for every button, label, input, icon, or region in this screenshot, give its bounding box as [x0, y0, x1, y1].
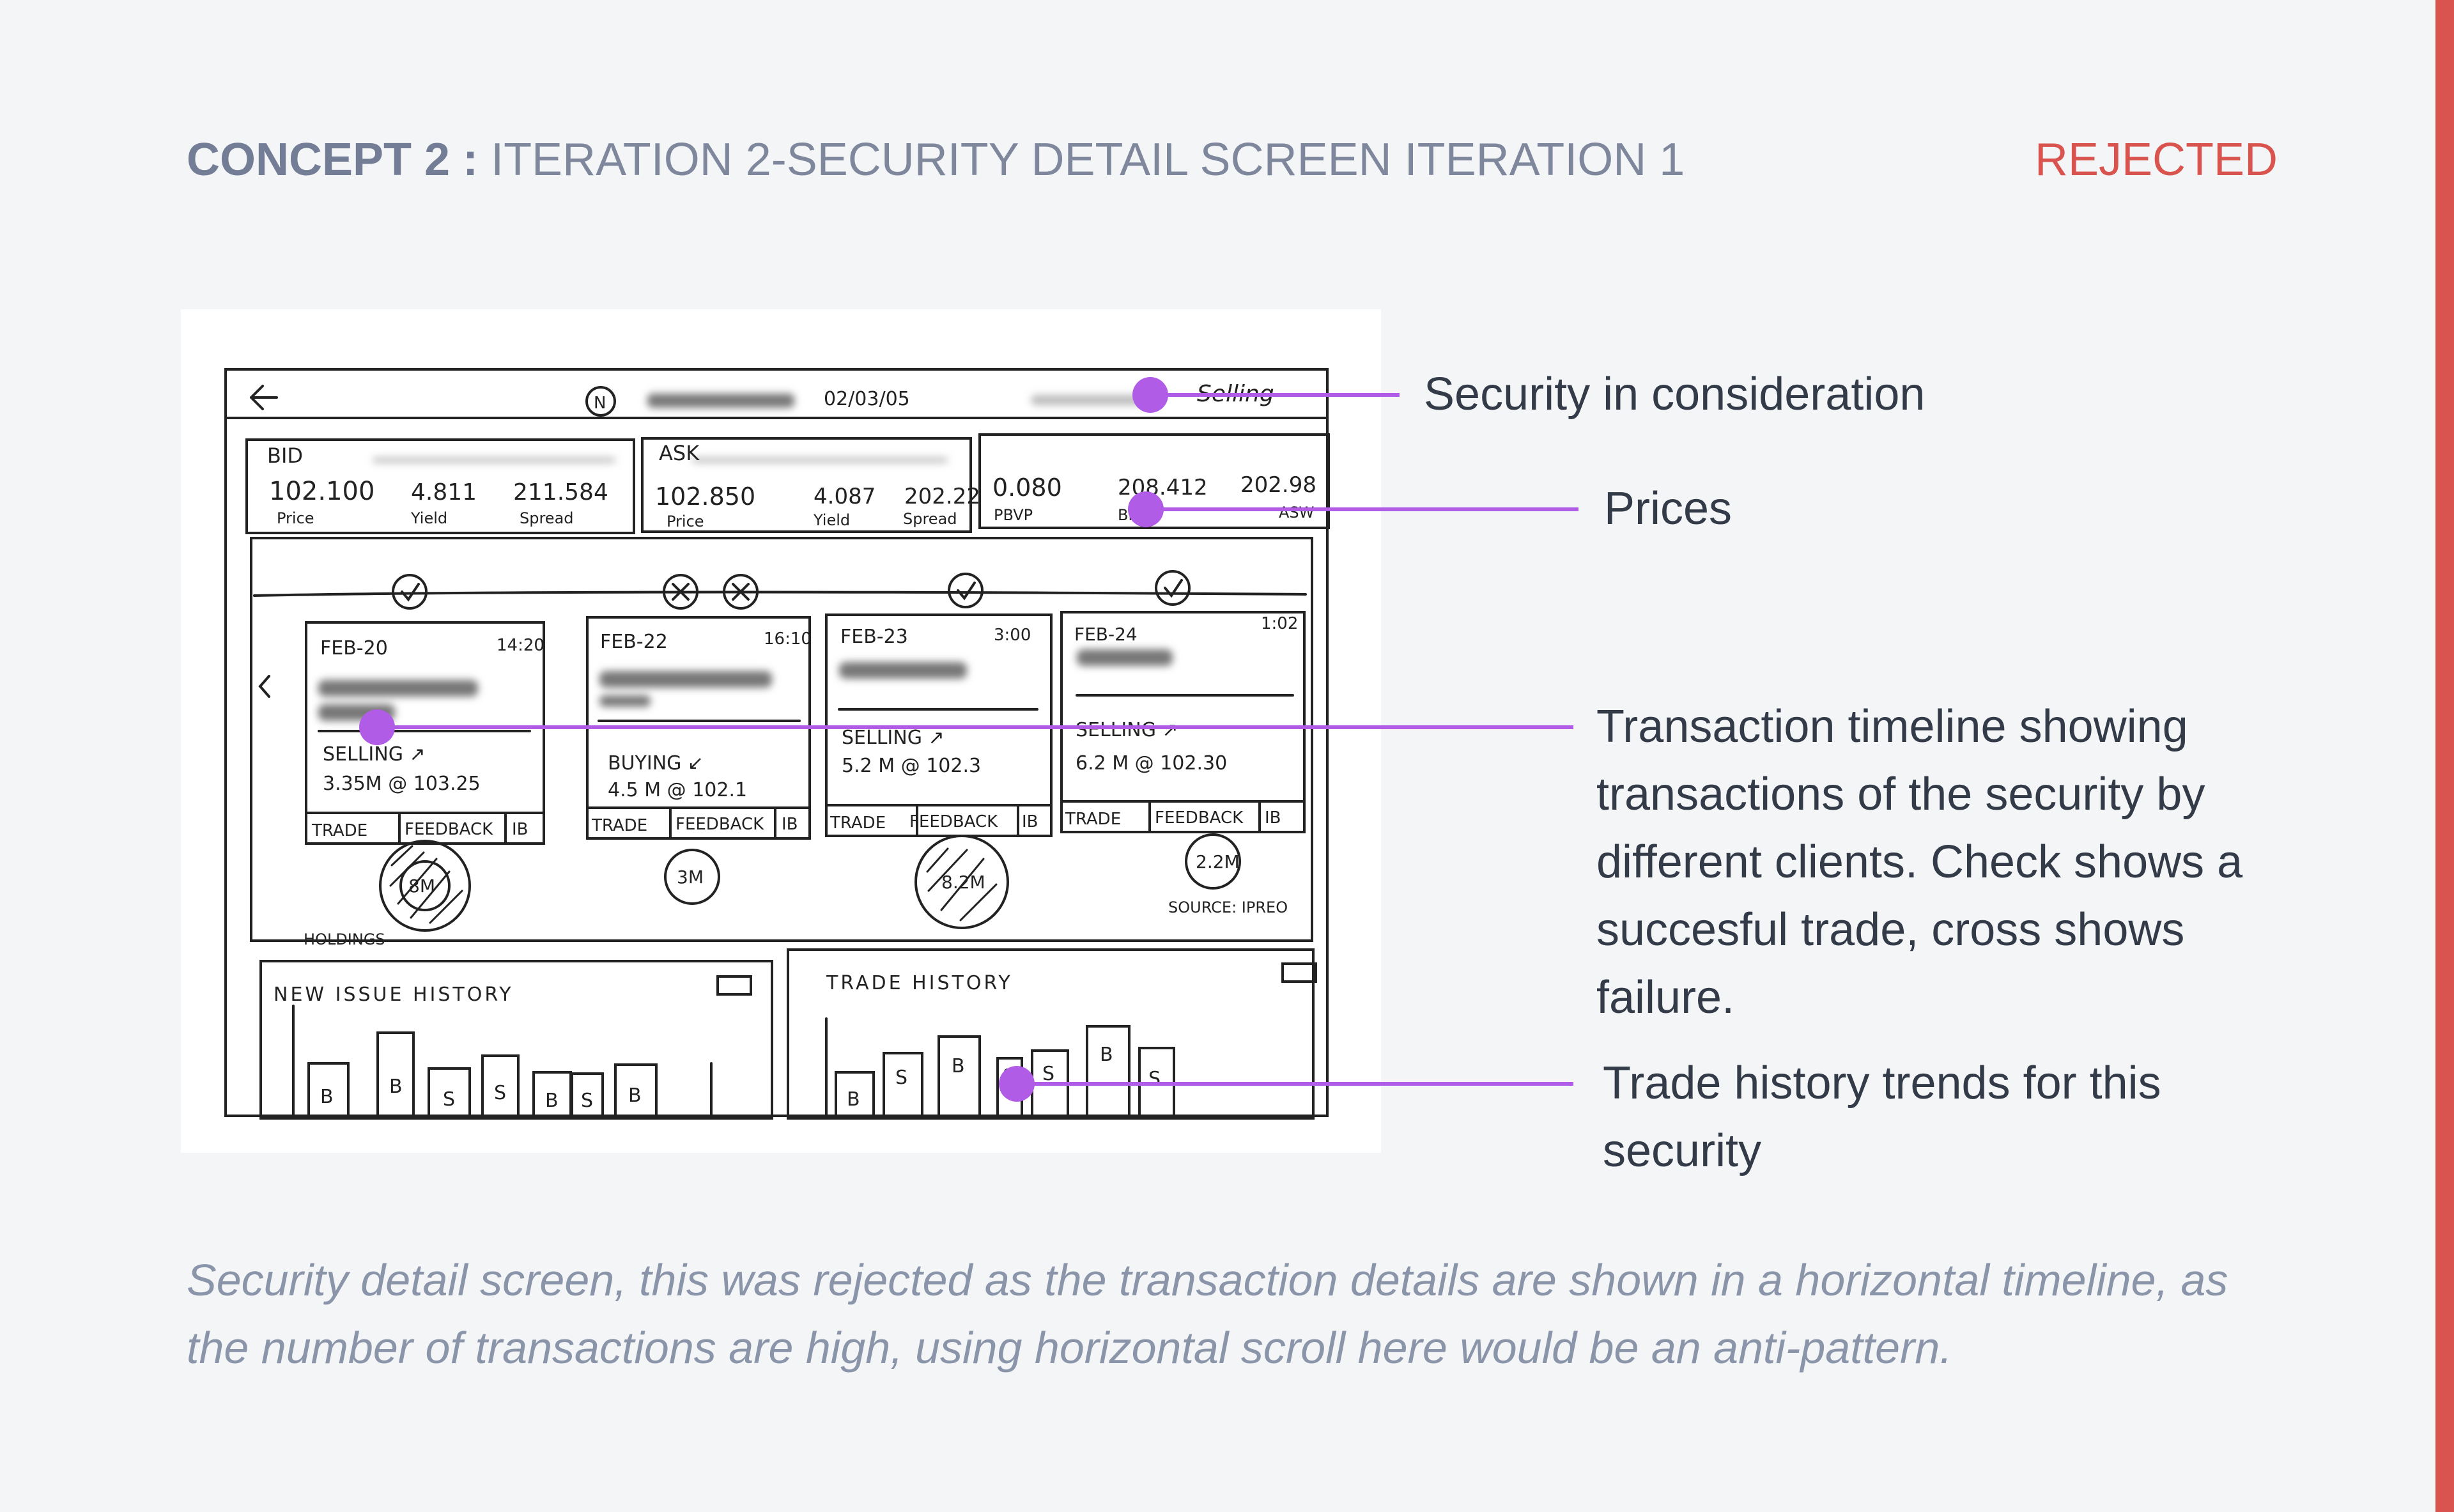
th-bar-3-label: B — [952, 1055, 965, 1077]
bid-price-label: Price — [277, 509, 314, 527]
wireframe-sketch-drawing: Selling N 02/03/05 BID 102.100 4.811 211… — [224, 368, 1330, 1120]
nih-bar-4-label: S — [494, 1082, 506, 1104]
card-4-action: SELLING ↗ — [1076, 719, 1178, 741]
card-1-detail: 3.35M @ 103.25 — [323, 773, 481, 795]
bubble-3-label: 8.2M — [941, 872, 985, 893]
asw-value: 202.98 — [1240, 472, 1316, 498]
card-4-time: 1:02 — [1261, 614, 1298, 633]
accent-bar — [2435, 0, 2454, 1512]
bid-spread: 211.584 — [513, 479, 608, 505]
nih-bar-3-label: S — [443, 1088, 455, 1111]
bid-price: 102.100 — [269, 477, 374, 506]
bubble-2-label: 3M — [677, 867, 704, 888]
card-1-time: 14:20 — [497, 636, 544, 655]
sketch-status-word: Selling — [1197, 381, 1274, 407]
ask-price-label: Price — [667, 513, 704, 530]
chart-toggle-icon — [716, 975, 752, 996]
card-4-ib: IB — [1265, 808, 1281, 828]
card-3-detail: 5.2 M @ 102.3 — [842, 755, 981, 777]
bid-spread-label: Spread — [520, 509, 574, 527]
nih-bar-2-label: B — [389, 1076, 403, 1098]
card-1-feedback: FEEDBACK — [405, 820, 493, 839]
bubble-1-label: 8M — [408, 876, 435, 897]
callout-prices: Prices — [1604, 483, 1732, 534]
wireframe-sketch: Selling N 02/03/05 BID 102.100 4.811 211… — [181, 309, 1381, 1153]
ask-price: 102.850 — [655, 482, 755, 511]
asw-label: ASW — [1279, 504, 1314, 521]
th-bar-5-label: S — [1042, 1063, 1054, 1085]
card-1-date: FEB-20 — [320, 637, 388, 660]
card-4-trade: TRADE — [1065, 810, 1121, 829]
card-4-date: FEB-24 — [1074, 624, 1138, 645]
rejected-status: REJECTED — [2034, 134, 2278, 185]
bid-sub-label: Bid — [1118, 506, 1142, 524]
th-bar-2-label: S — [895, 1067, 907, 1089]
bubble-4-label: 2.2M — [1196, 851, 1240, 872]
chevron-left-icon — [258, 675, 270, 698]
check-marker-icon — [1155, 570, 1191, 606]
ask-spread-label: Spread — [903, 510, 957, 528]
iteration-title: ITERATION 2-SECURITY DETAIL SCREEN ITERA… — [491, 134, 1685, 185]
th-bar-7-label: S — [1148, 1068, 1161, 1090]
card-4-feedback: FEEDBACK — [1155, 808, 1244, 828]
th-bar-1-label: B — [847, 1088, 860, 1111]
card-2-feedback: FEEDBACK — [675, 815, 764, 834]
card-3-time: 3:00 — [994, 626, 1031, 645]
holdings-label: HOLDINGS — [304, 930, 385, 948]
check-marker-icon — [948, 573, 984, 608]
th-bar-4-label: S — [1003, 1065, 1015, 1088]
card-3-ib: IB — [1022, 812, 1038, 831]
sketch-date: 02/03/05 — [824, 388, 910, 410]
bid-label: BID — [267, 444, 303, 468]
back-arrow-icon — [250, 385, 278, 410]
nih-bar-5-label: B — [545, 1090, 559, 1112]
card-2-trade: TRADE — [591, 816, 647, 835]
bid-yield-label: Yield — [410, 509, 447, 527]
card-3-action: SELLING ↗ — [842, 727, 945, 749]
ask-label: ASK — [659, 441, 700, 465]
card-2-time: 16:10 — [764, 629, 812, 649]
card-2-action: BUYING ↙ — [608, 752, 704, 775]
page-title: CONCEPT 2 : ITERATION 2-SECURITY DETAIL … — [187, 128, 1685, 192]
caption: Security detail screen, this was rejecte… — [187, 1255, 2228, 1373]
chart-toggle-icon — [1281, 962, 1317, 983]
nih-bar-1-label: B — [320, 1086, 334, 1108]
pbvp-label: PBVP — [994, 506, 1033, 524]
nih-bar-7-label: B — [628, 1084, 642, 1107]
new-issue-history-title: NEW ISSUE HISTORY — [274, 984, 514, 1006]
bid-yield: 4.811 — [411, 479, 477, 505]
nih-bar-6-label: S — [581, 1090, 593, 1112]
card-1-action: SELLING ↗ — [323, 743, 426, 766]
check-marker-icon — [392, 574, 428, 610]
ask-yield-label: Yield — [813, 511, 850, 529]
card-3-date: FEB-23 — [840, 626, 908, 648]
card-2-ib: IB — [782, 815, 798, 834]
card-1-trade: TRADE — [311, 821, 367, 840]
callout-security: Security in consideration — [1424, 369, 1925, 420]
card-4-detail: 6.2 M @ 102.30 — [1076, 752, 1227, 775]
card-3-feedback: FEEDBACK — [909, 812, 998, 831]
ask-spread: 202.22 — [904, 484, 980, 509]
trade-history-title: TRADE HISTORY — [826, 972, 1013, 994]
pbvp-value: 0.080 — [992, 474, 1062, 502]
sketch-badge-letter: N — [594, 394, 606, 413]
callout-trade-history: Trade history trends for this security — [1603, 1058, 2161, 1176]
ask-yield: 4.087 — [814, 484, 876, 509]
callout-timeline: Transaction timeline showing transaction… — [1596, 701, 2243, 1023]
card-2-detail: 4.5 M @ 102.1 — [608, 779, 747, 801]
th-bar-6-label: B — [1100, 1044, 1113, 1066]
card-3-trade: TRADE — [830, 814, 886, 833]
card-2-date: FEB-22 — [600, 631, 668, 653]
bid-spread-value: 208.412 — [1118, 475, 1208, 500]
card-1-ib: IB — [512, 820, 529, 839]
source-label: SOURCE: IPREO — [1168, 899, 1288, 916]
concept-label: CONCEPT 2 : — [187, 134, 479, 185]
